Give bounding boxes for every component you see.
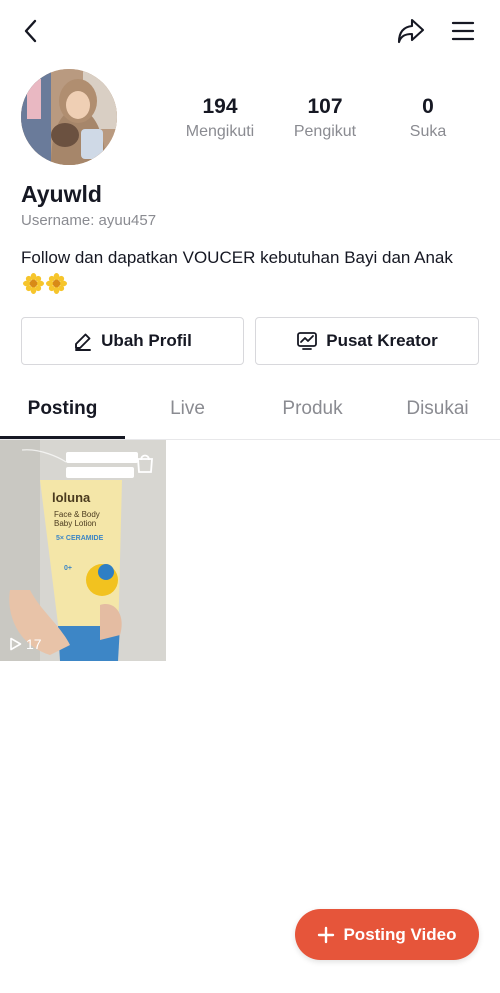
active-tab-indicator [0,436,125,439]
edit-profile-label: Ubah Profil [101,331,192,350]
share-arrow-icon [397,18,425,44]
avatar-photo [21,69,117,165]
bio-text: Follow dan dapatkan VOUCER kebutuhan Bay… [21,248,453,267]
tab-disukai[interactable]: Disukai [375,398,500,420]
analytics-chart-icon [297,332,318,350]
creator-center-button[interactable]: Pusat Kreator [255,317,479,365]
post-video-label: Posting Video [343,924,457,944]
top-bar [0,0,500,64]
post-video-button[interactable]: Posting Video [295,909,479,960]
thumbnail-image: loluna Face & Body Baby Lotion 5× CERAMI… [0,440,166,661]
product-line-1: Face & Body [54,510,100,519]
profile-stats: 194 Mengikuti 107 Pengikut 0 Suka [170,94,470,154]
hamburger-menu-icon [451,21,475,41]
stat-label: Mengikuti [185,123,255,140]
menu-button[interactable] [446,14,480,48]
profile-name: Ayuwld [21,181,102,207]
product-line-2: Baby Lotion [54,519,96,528]
stat-likes[interactable]: 0 Suka [378,94,478,143]
video-thumbnail[interactable]: loluna Face & Body Baby Lotion 5× CERAMI… [0,440,166,661]
view-count-value: 17 [26,636,42,652]
profile-username: Username: ayuu457 [21,212,157,229]
stat-value: 194 [202,95,238,118]
play-icon [10,637,22,651]
avatar[interactable] [21,69,117,165]
stat-value: 107 [307,95,343,118]
tab-posting[interactable]: Posting [0,398,125,420]
tab-produk[interactable]: Produk [250,398,375,420]
pencil-icon [75,333,92,351]
tab-live[interactable]: Live [125,398,250,420]
stat-label: Pengikut [293,123,357,140]
content-tabs: Posting Live Produk Disukai [0,386,500,440]
profile-bio: Follow dan dapatkan VOUCER kebutuhan Bay… [21,244,461,298]
stat-followers[interactable]: 107 Pengikut [275,94,375,143]
stat-following[interactable]: 194 Mengikuti [170,94,270,143]
product-brand: loluna [52,490,91,505]
stat-label: Suka [409,123,447,140]
product-age: 0+ [64,565,72,572]
sunflower-emoji-icon [46,273,67,294]
edit-profile-button[interactable]: Ubah Profil [21,317,244,365]
sunflower-emoji-icon [23,273,44,294]
chevron-left-icon [24,19,37,43]
product-badge: 5× CERAMIDE [56,535,104,542]
stat-value: 0 [422,95,434,118]
share-button[interactable] [394,14,428,48]
view-count: 17 [9,636,42,652]
back-button[interactable] [14,14,48,48]
creator-center-label: Pusat Kreator [326,331,438,350]
plus-icon [318,926,335,943]
